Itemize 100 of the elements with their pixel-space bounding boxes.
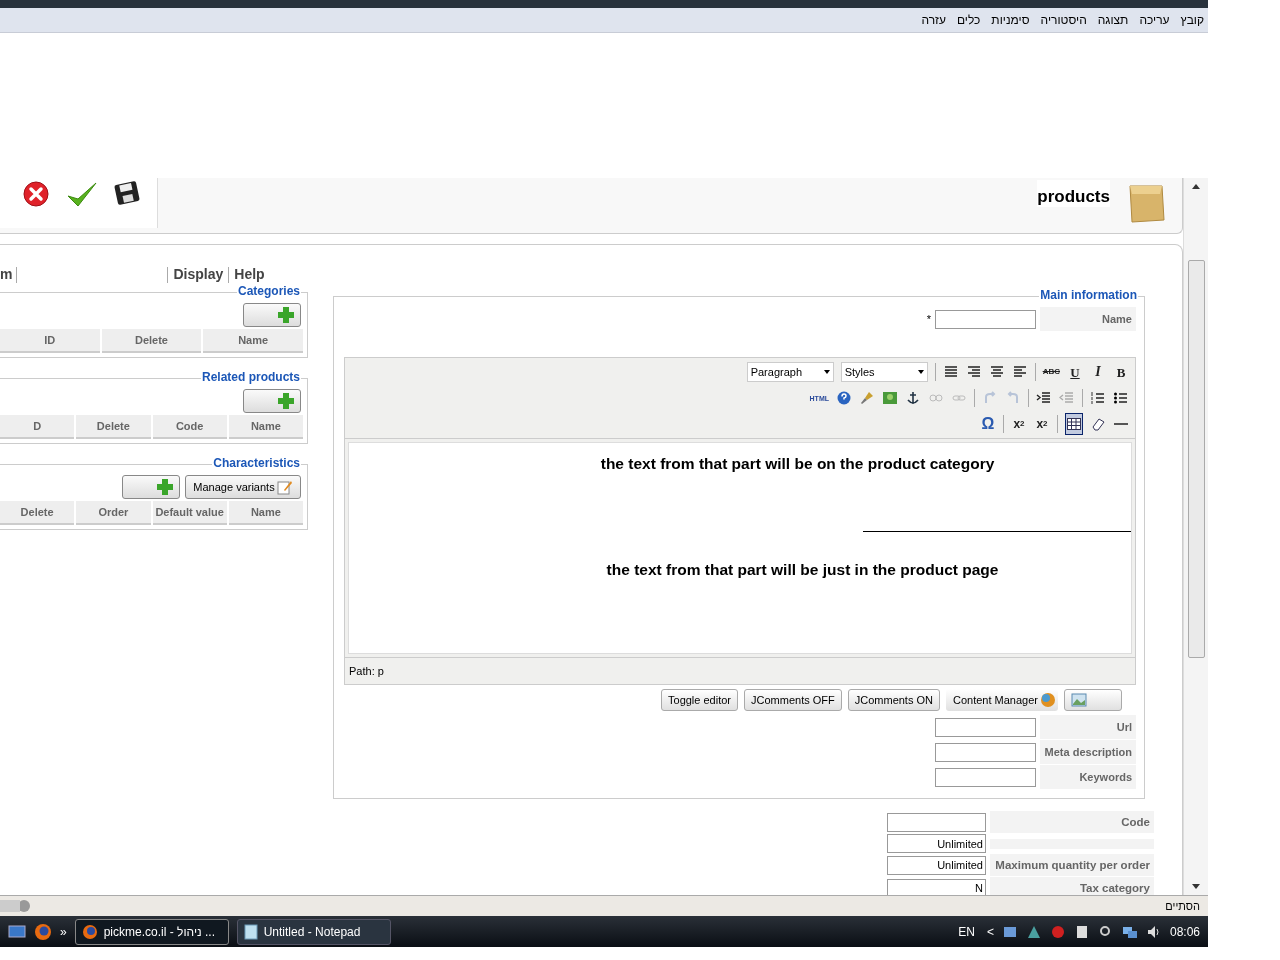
tab[interactable]: Help <box>228 267 270 283</box>
page-title: products <box>1037 180 1110 207</box>
save-icon[interactable] <box>114 180 140 206</box>
menu-item[interactable]: קובץ <box>1180 13 1204 27</box>
menu-item[interactable]: תצוגה <box>1097 13 1129 27</box>
dropdown-arrow-icon <box>917 370 924 374</box>
italic-button[interactable]: I <box>1090 362 1106 382</box>
text-field[interactable]: N <box>887 878 986 895</box>
editor-button[interactable]: Content Manager <box>946 689 1058 711</box>
eraser-icon[interactable] <box>1090 416 1106 432</box>
image-button[interactable] <box>1064 689 1122 711</box>
fieldset-legend: Characteristics <box>212 456 301 470</box>
cancel-icon[interactable] <box>22 180 50 208</box>
help-icon[interactable] <box>836 390 852 406</box>
brush-icon[interactable] <box>859 390 875 406</box>
column-header[interactable]: D <box>0 415 75 439</box>
tab[interactable]: Display <box>167 267 229 283</box>
column-header[interactable]: Name <box>228 415 303 439</box>
notepad-icon <box>243 923 258 940</box>
column-header[interactable]: Code <box>152 415 227 439</box>
desktop-icon[interactable] <box>8 923 26 940</box>
tab[interactable]: m <box>0 267 18 283</box>
tray-expand[interactable]: < <box>986 924 994 939</box>
image-icon[interactable] <box>882 390 898 406</box>
editor-button[interactable]: JComments ON <box>847 689 940 711</box>
styles-select[interactable]: Styles <box>840 362 928 382</box>
firefox-icon[interactable] <box>34 922 52 941</box>
scroll-thumb[interactable] <box>1187 260 1205 658</box>
text-field[interactable] <box>935 742 1036 762</box>
note-edit-icon <box>276 479 293 495</box>
fieldset-legend: Related products <box>201 370 301 384</box>
text-field[interactable]: Unlimited <box>887 834 986 853</box>
field-label: Tax category <box>990 877 1154 895</box>
text-field[interactable] <box>935 767 1036 787</box>
field-label: Keywords <box>1040 765 1136 789</box>
anchor-icon[interactable] <box>905 390 921 406</box>
column-header[interactable]: Default value <box>152 501 227 525</box>
taskbar-button[interactable]: Untitled - Notepad <box>236 918 391 945</box>
justify-icon[interactable] <box>942 364 959 380</box>
field-label: Meta description <box>1040 740 1136 764</box>
picture-icon <box>1071 693 1087 707</box>
editor-button[interactable]: JComments OFF <box>744 689 842 711</box>
menu-item[interactable]: כלים <box>956 13 981 27</box>
align-center-icon[interactable] <box>988 364 1005 380</box>
column-header[interactable]: ID <box>0 329 100 353</box>
language-indicator[interactable]: EN <box>958 924 975 939</box>
column-header[interactable]: Delete <box>76 415 151 439</box>
column-header[interactable]: Delete <box>0 501 75 525</box>
scroll-up-arrow-icon[interactable] <box>1191 182 1201 190</box>
character-map-button[interactable]: Ω <box>980 414 996 434</box>
quick-launch-more[interactable]: » <box>60 924 67 939</box>
plus-icon <box>156 478 174 496</box>
bullet-list-icon[interactable] <box>1113 390 1129 406</box>
bold-button[interactable]: B <box>1113 362 1129 382</box>
firefox-icon <box>81 923 98 940</box>
menu-item[interactable]: עריכה <box>1139 13 1170 27</box>
align-left-icon[interactable] <box>1011 364 1028 380</box>
scroll-down-arrow-icon[interactable] <box>1191 883 1201 891</box>
column-header[interactable]: Name <box>228 501 303 525</box>
menu-item[interactable]: היסטוריה <box>1040 13 1087 27</box>
align-right-icon[interactable] <box>965 364 982 380</box>
taskbar-button[interactable]: pickme.co.il - ניהול ... <box>74 918 229 945</box>
field-label: Name <box>1040 307 1136 331</box>
column-header[interactable]: Delete <box>101 329 202 353</box>
editor-button[interactable]: Toggle editor <box>661 689 738 711</box>
plus-icon <box>277 306 295 324</box>
add-badge-icon <box>1040 692 1056 708</box>
manage-variants-button[interactable]: Manage variants <box>185 475 301 499</box>
field-label: Code <box>990 811 1154 833</box>
add-button[interactable] <box>122 475 180 499</box>
underline-button[interactable]: U <box>1067 362 1083 382</box>
format-select[interactable]: Paragraph <box>746 362 834 382</box>
menu-item[interactable]: סימניות <box>991 13 1030 27</box>
text-paragraph: the text from that part will be on the product category <box>599 455 996 473</box>
table-button[interactable] <box>1065 413 1083 435</box>
text-paragraph: the text from that part will be just in the product page <box>605 561 1000 579</box>
add-button[interactable] <box>243 303 301 327</box>
scrollbar[interactable] <box>1183 178 1208 895</box>
numbered-list-icon[interactable] <box>1090 390 1106 406</box>
column-header[interactable]: Order <box>76 501 151 525</box>
fieldset-legend: Main information <box>1039 288 1138 302</box>
strikethrough-button[interactable]: ABC <box>1042 362 1060 382</box>
dropdown-arrow-icon <box>823 370 830 374</box>
menu-item[interactable]: עזרה <box>921 13 946 27</box>
superscript-button[interactable]: x$^{2}$ <box>1011 414 1027 434</box>
field-label: Url <box>1040 715 1136 739</box>
column-header[interactable]: Name <box>203 329 303 353</box>
field-label: Maximum quantity per order <box>990 854 1154 876</box>
plus-icon <box>277 392 295 410</box>
clock[interactable]: 08:06 <box>1169 924 1200 939</box>
path-text: Path: p <box>349 665 384 677</box>
text-field[interactable] <box>935 717 1036 737</box>
required-mark: * <box>926 313 931 325</box>
text-field[interactable] <box>887 812 986 832</box>
table-icon <box>1066 416 1082 432</box>
fieldset-legend: Categories <box>236 284 301 298</box>
add-button[interactable] <box>243 389 301 413</box>
text-field[interactable]: Unlimited <box>887 855 986 875</box>
name-field[interactable] <box>935 309 1036 329</box>
status-text: הסתיים <box>1165 900 1200 912</box>
